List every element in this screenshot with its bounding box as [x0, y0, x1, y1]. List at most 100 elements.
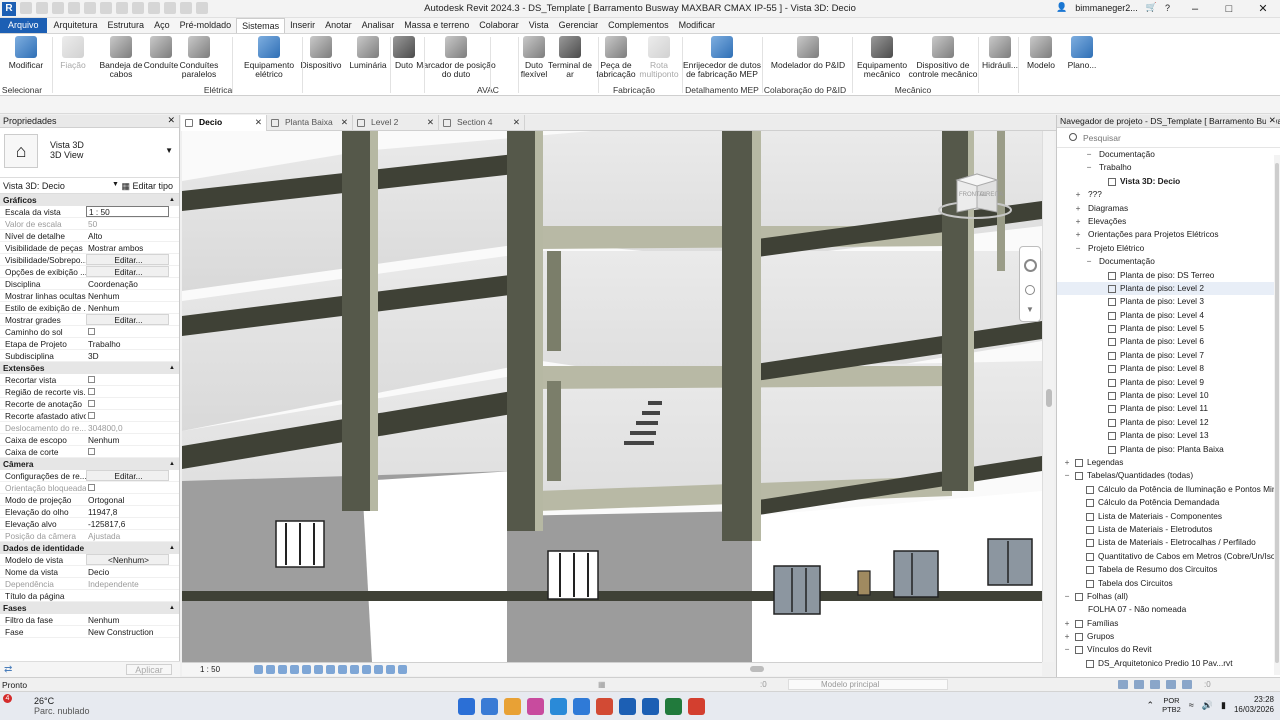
tree-item[interactable]: Lista de Materiais - Eletrodutos	[1057, 523, 1280, 536]
property-value[interactable]: Nenhum	[86, 434, 179, 445]
ribbon-tab-5[interactable]: Sistemas	[236, 18, 286, 33]
property-value[interactable]: Mostrar ambos	[86, 242, 179, 253]
ribbon-button-4[interactable]: Conduítes paralelos	[159, 36, 239, 79]
volume-icon[interactable]: 🔊	[1202, 700, 1213, 711]
active-model-selector[interactable]: Modelo principal	[788, 679, 948, 690]
user-name[interactable]: bimmaneger2...	[1075, 3, 1138, 13]
tree-item[interactable]: − Vínculos do Revit	[1057, 643, 1280, 656]
tree-item[interactable]: + Legendas	[1057, 456, 1280, 469]
tree-item[interactable]: + Diagramas	[1057, 202, 1280, 215]
checkbox[interactable]	[88, 328, 95, 335]
select-underlay-icon[interactable]	[1134, 680, 1144, 689]
expand-toggle-icon[interactable]: +	[1063, 456, 1071, 469]
revit-logo-icon[interactable]: R	[2, 2, 16, 16]
tree-item[interactable]: Planta de piso: Level 4	[1057, 309, 1280, 322]
property-value[interactable]: New Construction	[86, 626, 179, 637]
taskbar-app-icon-3[interactable]	[527, 698, 544, 715]
checkbox[interactable]	[88, 376, 95, 383]
open-icon[interactable]	[20, 2, 32, 14]
scroll-thumb[interactable]	[1046, 389, 1052, 407]
property-value[interactable]: Ajustada	[86, 530, 179, 541]
property-edit-button[interactable]: Editar...	[86, 314, 169, 325]
tree-item[interactable]: − Documentação	[1057, 255, 1280, 268]
search-input[interactable]	[1083, 131, 1263, 144]
collapse-icon[interactable]: ▲	[169, 458, 175, 470]
expand-toggle-icon[interactable]: +	[1063, 630, 1071, 643]
thin-lines-icon[interactable]	[164, 2, 176, 14]
property-value[interactable]: 304800,0	[86, 422, 179, 433]
measure-icon[interactable]	[100, 2, 112, 14]
chevron-down-icon[interactable]: ▼	[112, 181, 119, 188]
collapse-icon[interactable]: ▲	[169, 194, 175, 206]
tree-item[interactable]: Planta de piso: Level 11	[1057, 402, 1280, 415]
worksharing-icon[interactable]	[374, 665, 383, 674]
visual-style-icon[interactable]	[266, 665, 275, 674]
taskbar-app-icon-1[interactable]	[481, 698, 498, 715]
ribbon-tab-10[interactable]: Colaborar	[474, 18, 524, 33]
tree-item[interactable]: DS_Arquitetonico Predio 10 Pav...rvt	[1057, 657, 1280, 670]
ribbon-tab-12[interactable]: Gerenciar	[554, 18, 604, 33]
properties-section-0[interactable]: Gráficos ▲	[0, 194, 179, 206]
ribbon-tab-8[interactable]: Analisar	[357, 18, 400, 33]
shadows-icon[interactable]	[290, 665, 299, 674]
view-tab-3[interactable]: Section 4 ✕	[439, 115, 525, 131]
checkbox[interactable]	[88, 388, 95, 395]
clock[interactable]: 23:28 16/03/2026	[1234, 695, 1274, 715]
expand-toggle-icon[interactable]: +	[1074, 202, 1082, 215]
tree-item[interactable]: FOLHA 07 - Não nomeada	[1057, 603, 1280, 616]
print-icon[interactable]	[84, 2, 96, 14]
taskbar-app-icon-6[interactable]	[596, 698, 613, 715]
ribbon-button-14[interactable]: Enrijecedor de dutos de fabricação MEP	[682, 36, 762, 79]
tree-item[interactable]: +???	[1057, 188, 1280, 201]
property-value[interactable]: Nenhum	[86, 290, 179, 301]
steering-wheel-icon[interactable]	[1024, 259, 1037, 272]
reveal-hidden-icon[interactable]	[362, 665, 371, 674]
properties-section-1[interactable]: Extensões ▲	[0, 362, 179, 374]
browser-scrollbar[interactable]	[1274, 155, 1280, 675]
ribbon-tab-2[interactable]: Estrutura	[103, 18, 150, 33]
switch-windows-icon[interactable]	[196, 2, 208, 14]
taskbar-app-icon-7[interactable]	[619, 698, 636, 715]
ribbon-tab-4[interactable]: Pré-moldado	[175, 18, 237, 33]
property-value[interactable]: Ortogonal	[86, 494, 179, 505]
minimize-icon[interactable]: –	[1178, 0, 1212, 18]
ribbon-tab-9[interactable]: Massa e terreno	[399, 18, 474, 33]
crop-view-icon[interactable]	[314, 665, 323, 674]
properties-section-4[interactable]: Fases ▲	[0, 602, 179, 614]
expand-toggle-icon[interactable]: −	[1063, 590, 1071, 603]
tree-item[interactable]: Lista de Materiais - Componentes	[1057, 510, 1280, 523]
property-value[interactable]: Independente	[86, 578, 179, 589]
edit-type-button[interactable]: ▦ Editar tipo	[121, 181, 173, 192]
property-value[interactable]: Decio	[86, 566, 179, 577]
tree-item[interactable]: + Grupos	[1057, 630, 1280, 643]
horizontal-scrollbar[interactable]	[482, 665, 1042, 674]
tree-item[interactable]: Quantitativo de Cabos em Metros (Cobre/U…	[1057, 550, 1280, 563]
property-value[interactable]: -125817,6	[86, 518, 179, 529]
expand-toggle-icon[interactable]: −	[1085, 148, 1093, 161]
wifi-icon[interactable]: ≈	[1189, 700, 1194, 710]
tree-item[interactable]: Vista 3D: Decio	[1057, 175, 1280, 188]
ribbon-tab-3[interactable]: Aço	[149, 18, 175, 33]
ribbon-tab-1[interactable]: Arquitetura	[49, 18, 103, 33]
tree-item[interactable]: Planta de piso: Level 13	[1057, 429, 1280, 442]
chevron-up-icon[interactable]: ⌃	[1147, 700, 1155, 711]
scroll-thumb[interactable]	[750, 666, 764, 672]
tree-item[interactable]: Planta de piso: Level 8	[1057, 362, 1280, 375]
ribbon-tab-0[interactable]: Arquivo	[0, 18, 47, 33]
tree-item[interactable]: Tabela dos Circuitos	[1057, 577, 1280, 590]
tree-item[interactable]: − Documentação	[1057, 148, 1280, 161]
collapse-icon[interactable]: ▲	[169, 602, 175, 614]
chevron-down-icon[interactable]: ▼	[1026, 305, 1034, 314]
3d-icon[interactable]	[132, 2, 144, 14]
taskbar-app-icon-9[interactable]	[665, 698, 682, 715]
tree-item[interactable]: Cálculo da Potência de Iluminação e Pont…	[1057, 483, 1280, 496]
ribbon-tab-11[interactable]: Vista	[524, 18, 554, 33]
property-value[interactable]: Alto	[86, 230, 179, 241]
analytical-model-icon[interactable]	[386, 665, 395, 674]
language-indicator[interactable]: POR PTB2	[1162, 696, 1181, 714]
property-value[interactable]: 50	[86, 218, 179, 229]
checkbox[interactable]	[88, 400, 95, 407]
select-pinned-icon[interactable]	[1150, 680, 1160, 689]
save-icon[interactable]	[36, 2, 48, 14]
property-edit-button[interactable]: Editar...	[86, 470, 169, 481]
